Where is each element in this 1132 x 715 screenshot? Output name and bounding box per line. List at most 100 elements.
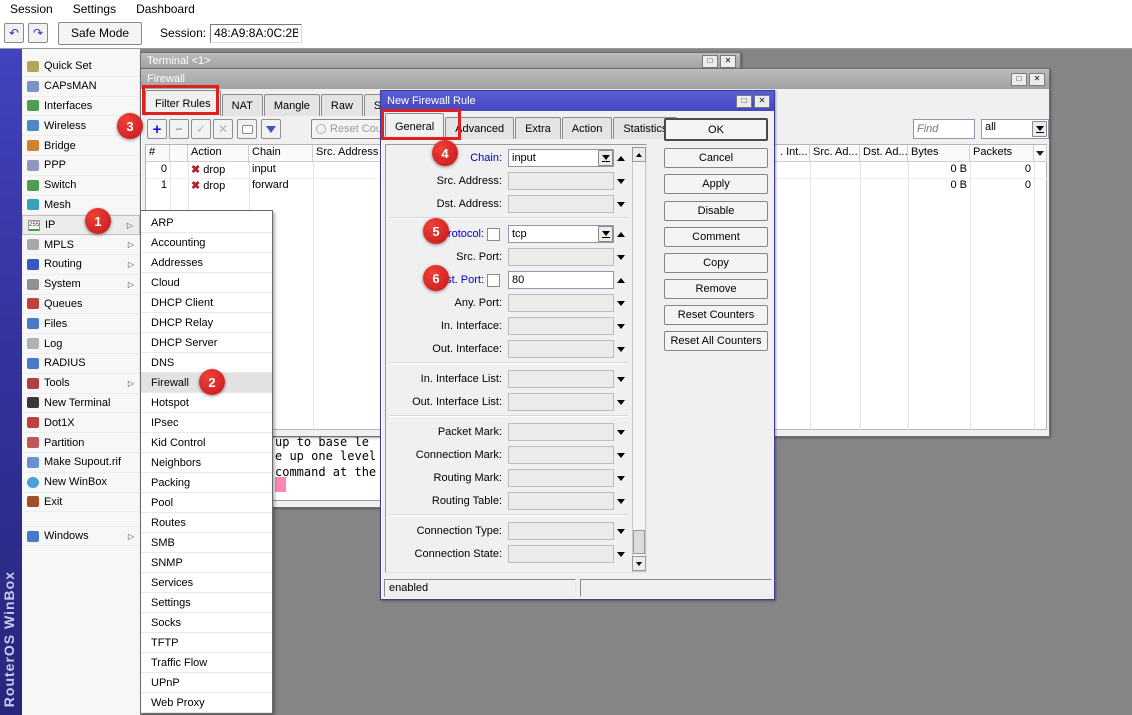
row-down-arrow-icon[interactable] <box>617 400 625 405</box>
submenu-item-socks[interactable]: Socks <box>141 613 272 633</box>
submenu-item-neighbors[interactable]: Neighbors <box>141 453 272 473</box>
sidebar-item-dot1x[interactable]: Dot1X <box>22 413 140 433</box>
row-up-arrow-icon[interactable] <box>617 232 625 237</box>
submenu-item-pool[interactable]: Pool <box>141 493 272 513</box>
submenu-item-upnp[interactable]: UPnP <box>141 673 272 693</box>
menu-settings[interactable]: Settings <box>63 0 126 18</box>
row-down-arrow-icon[interactable] <box>617 377 625 382</box>
add-rule-button[interactable]: + <box>147 119 167 139</box>
packet-mark-input[interactable] <box>508 423 614 441</box>
row-down-arrow-icon[interactable] <box>617 324 625 329</box>
row-down-arrow-icon[interactable] <box>617 255 625 260</box>
any-port-input[interactable] <box>508 294 614 312</box>
find-filter-dropdown[interactable]: all <box>981 119 1049 139</box>
in-interface-input[interactable] <box>508 317 614 335</box>
col-header-dst-ad[interactable]: Dst. Ad... <box>860 145 908 162</box>
out-interface-list-input[interactable] <box>508 393 614 411</box>
dialog-scrollbar[interactable] <box>632 147 646 572</box>
submenu-item-arp[interactable]: ARP <box>141 213 272 233</box>
submenu-item-traffic-flow[interactable]: Traffic Flow <box>141 653 272 673</box>
sidebar-item-mpls[interactable]: MPLS▷ <box>22 235 140 255</box>
sidebar-item-new-winbox[interactable]: New WinBox <box>22 473 140 493</box>
comment-button[interactable] <box>237 119 257 139</box>
menu-dashboard[interactable]: Dashboard <box>126 0 205 18</box>
scrollbar-thumb[interactable] <box>633 530 645 554</box>
menu-session[interactable]: Session <box>0 0 63 18</box>
redo-button[interactable]: ↷ <box>28 23 48 43</box>
scroll-up-button[interactable] <box>632 147 646 162</box>
dst-port-checkbox[interactable] <box>487 274 500 287</box>
row-down-arrow-icon[interactable] <box>617 430 625 435</box>
routing-mark-input[interactable] <box>508 469 614 487</box>
find-input[interactable] <box>913 119 975 139</box>
chain-dropdown-icon[interactable] <box>598 150 613 166</box>
out-interface-input[interactable] <box>508 340 614 358</box>
sidebar-item-switch[interactable]: Switch <box>22 176 140 196</box>
submenu-item-routes[interactable]: Routes <box>141 513 272 533</box>
submenu-item-dhcp-client[interactable]: DHCP Client <box>141 293 272 313</box>
dst-address-input[interactable] <box>508 195 614 213</box>
col-header-src-ad[interactable]: Src. Ad... <box>810 145 860 162</box>
sidebar-item-routing[interactable]: Routing▷ <box>22 255 140 275</box>
enable-rule-button[interactable]: ✓ <box>191 119 211 139</box>
protocol-dropdown-icon[interactable] <box>598 226 613 242</box>
submenu-item-addresses[interactable]: Addresses <box>141 253 272 273</box>
row-down-arrow-icon[interactable] <box>617 347 625 352</box>
sidebar-item-queues[interactable]: Queues <box>22 295 140 315</box>
row-down-arrow-icon[interactable] <box>617 499 625 504</box>
remove-rule-button[interactable]: − <box>169 119 189 139</box>
submenu-item-smb[interactable]: SMB <box>141 533 272 553</box>
col-header-flags[interactable] <box>170 145 188 162</box>
row-down-arrow-icon[interactable] <box>617 202 625 207</box>
row-down-arrow-icon[interactable] <box>617 476 625 481</box>
undo-button[interactable]: ↶ <box>4 23 24 43</box>
column-config-button[interactable] <box>1034 145 1047 162</box>
tab-mangle[interactable]: Mangle <box>264 94 320 116</box>
row-up-arrow-icon[interactable] <box>617 156 625 161</box>
terminal-titlebar[interactable]: Terminal <1> □ ✕ <box>141 53 740 69</box>
firewall-titlebar[interactable]: Firewall □ ✕ <box>141 69 1049 89</box>
in-interface-list-input[interactable] <box>508 370 614 388</box>
submenu-item-tftp[interactable]: TFTP <box>141 633 272 653</box>
sidebar-item-capsman[interactable]: CAPsMAN <box>22 77 140 97</box>
protocol-checkbox[interactable] <box>487 228 500 241</box>
submenu-item-dhcp-relay[interactable]: DHCP Relay <box>141 313 272 333</box>
col-header-num[interactable]: # <box>146 145 170 162</box>
sidebar-item-ppp[interactable]: PPP <box>22 156 140 176</box>
tab-extra[interactable]: Extra <box>515 117 561 139</box>
dst-port-input[interactable] <box>508 271 614 289</box>
row-down-arrow-icon[interactable] <box>617 552 625 557</box>
copy-button[interactable]: Copy <box>664 253 768 273</box>
submenu-item-web-proxy[interactable]: Web Proxy <box>141 693 272 713</box>
submenu-item-hotspot[interactable]: Hotspot <box>141 393 272 413</box>
connection-type-input[interactable] <box>508 522 614 540</box>
submenu-item-packing[interactable]: Packing <box>141 473 272 493</box>
sidebar-item-new-terminal[interactable]: New Terminal <box>22 394 140 414</box>
sidebar-item-log[interactable]: Log <box>22 334 140 354</box>
sidebar-item-interfaces[interactable]: Interfaces <box>22 97 140 117</box>
col-header-packets[interactable]: Packets <box>970 145 1034 162</box>
disable-rule-button[interactable]: ✕ <box>213 119 233 139</box>
scroll-down-button[interactable] <box>632 556 646 571</box>
submenu-item-accounting[interactable]: Accounting <box>141 233 272 253</box>
connection-mark-input[interactable] <box>508 446 614 464</box>
submenu-item-ipsec[interactable]: IPsec <box>141 413 272 433</box>
disable-button[interactable]: Disable <box>664 201 768 221</box>
remove-button[interactable]: Remove <box>664 279 768 299</box>
sidebar-item-make-supout[interactable]: Make Supout.rif <box>22 453 140 473</box>
restore-icon[interactable]: □ <box>702 55 718 68</box>
sidebar-item-partition[interactable]: Partition <box>22 433 140 453</box>
sidebar-item-tools[interactable]: Tools▷ <box>22 374 140 394</box>
src-port-input[interactable] <box>508 248 614 266</box>
col-header-chain[interactable]: Chain <box>249 145 313 162</box>
close-icon[interactable]: ✕ <box>1029 73 1045 86</box>
submenu-item-cloud[interactable]: Cloud <box>141 273 272 293</box>
submenu-item-services[interactable]: Services <box>141 573 272 593</box>
row-up-arrow-icon[interactable] <box>617 278 625 283</box>
tab-raw[interactable]: Raw <box>321 94 363 116</box>
sidebar-item-system[interactable]: System▷ <box>22 275 140 295</box>
sidebar-item-exit[interactable]: Exit <box>22 493 140 513</box>
restore-icon[interactable]: □ <box>1011 73 1027 86</box>
filter-button[interactable] <box>261 119 281 139</box>
tab-action[interactable]: Action <box>562 117 613 139</box>
